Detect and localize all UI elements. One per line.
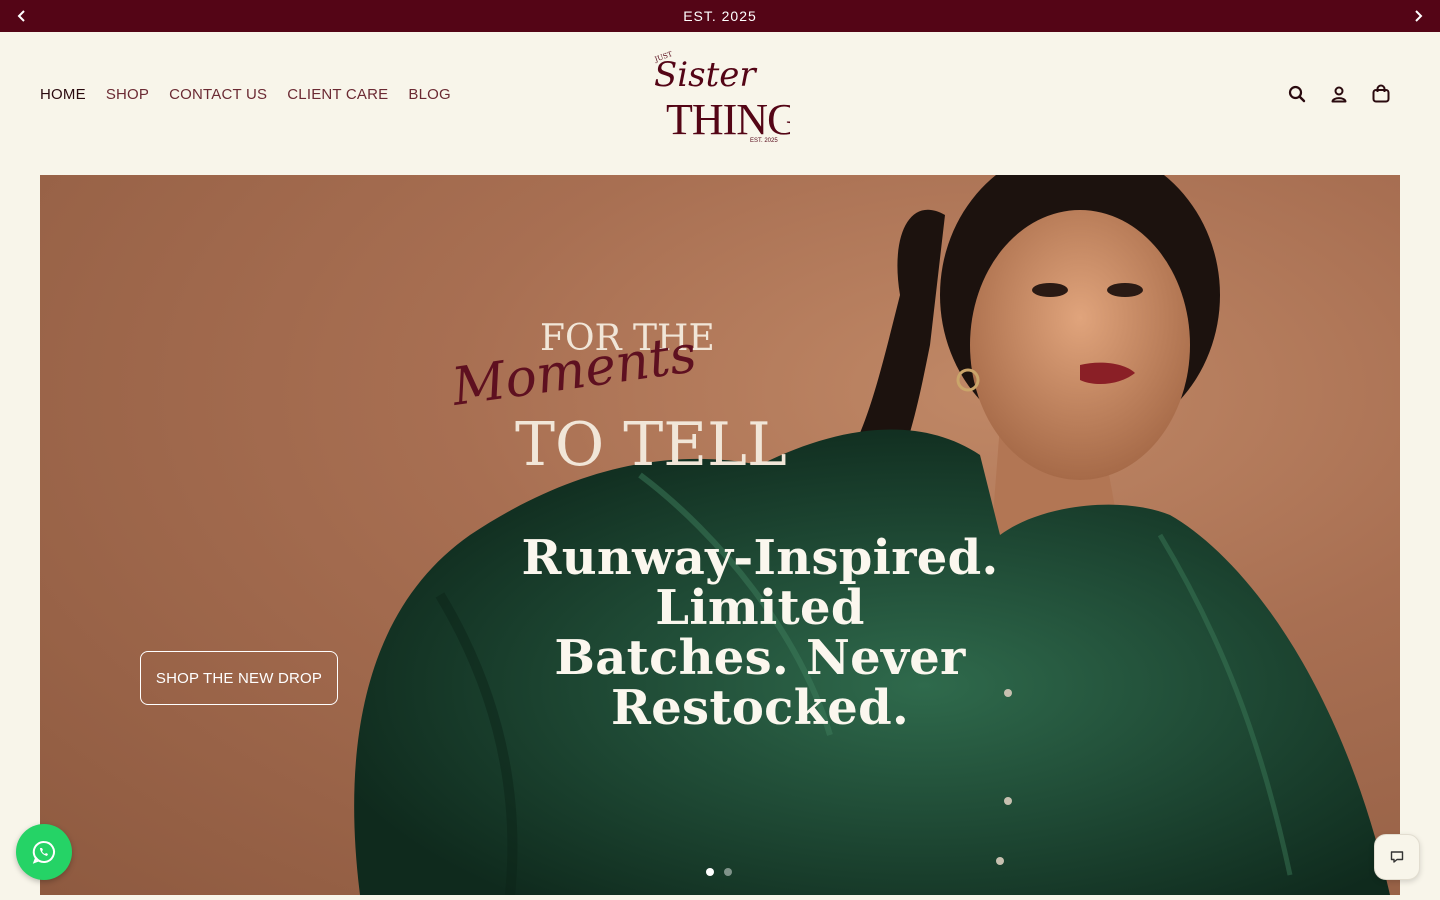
announcement-text: EST. 2025 — [683, 8, 757, 24]
cart-button[interactable] — [1370, 83, 1392, 105]
cart-icon — [1372, 84, 1390, 103]
announcement-bar: EST. 2025 — [0, 0, 1440, 32]
search-button[interactable] — [1286, 83, 1308, 105]
account-icon — [1331, 86, 1347, 103]
hero-headline-line2: Batches. Never Restocked. — [554, 630, 966, 736]
search-icon — [1288, 85, 1306, 103]
slide-dot-2[interactable] — [724, 868, 732, 876]
svg-text:TO TELL: TO TELL — [515, 410, 787, 475]
account-button[interactable] — [1328, 83, 1350, 105]
shop-new-drop-button[interactable]: SHOP THE NEW DROP — [140, 651, 338, 705]
whatsapp-icon — [32, 840, 55, 864]
chat-widget-button[interactable] — [1374, 834, 1420, 880]
site-header: HOME SHOP CONTACT US CLIENT CARE BLOG JU… — [0, 32, 1440, 156]
nav-item-blog[interactable]: BLOG — [408, 86, 450, 103]
nav-item-home[interactable]: HOME — [40, 86, 86, 103]
slide-dots — [706, 868, 732, 876]
announcement-prev-button[interactable] — [6, 0, 38, 32]
brand-logo[interactable]: JUST Sister THINGS EST. 2025 — [650, 42, 790, 146]
main-nav: HOME SHOP CONTACT US CLIENT CARE BLOG — [40, 32, 451, 156]
hero-slideshow: FOR THE Moments TO TELL Runway-Inspired.… — [40, 175, 1400, 895]
hero-tagline-graphic: FOR THE Moments TO TELL — [447, 318, 787, 475]
slide-dot-1[interactable] — [706, 868, 714, 876]
chat-bubble-icon — [1390, 851, 1404, 863]
svg-text:THINGS: THINGS — [666, 95, 790, 144]
nav-item-client-care[interactable]: CLIENT CARE — [287, 86, 388, 103]
nav-item-contact-us[interactable]: CONTACT US — [169, 86, 267, 103]
nav-item-shop[interactable]: SHOP — [106, 86, 149, 103]
hero-headline-line1: Runway-Inspired. Limited — [521, 530, 999, 636]
hero-headline: Runway-Inspired. Limited Batches. Never … — [450, 533, 1070, 733]
svg-text:Sister: Sister — [654, 55, 757, 95]
announcement-next-button[interactable] — [1402, 0, 1434, 32]
header-icons — [1286, 32, 1392, 156]
whatsapp-button[interactable] — [16, 824, 72, 880]
chevron-right-icon — [1415, 10, 1423, 22]
chevron-left-icon — [17, 10, 25, 22]
svg-text:EST. 2025: EST. 2025 — [750, 138, 778, 144]
